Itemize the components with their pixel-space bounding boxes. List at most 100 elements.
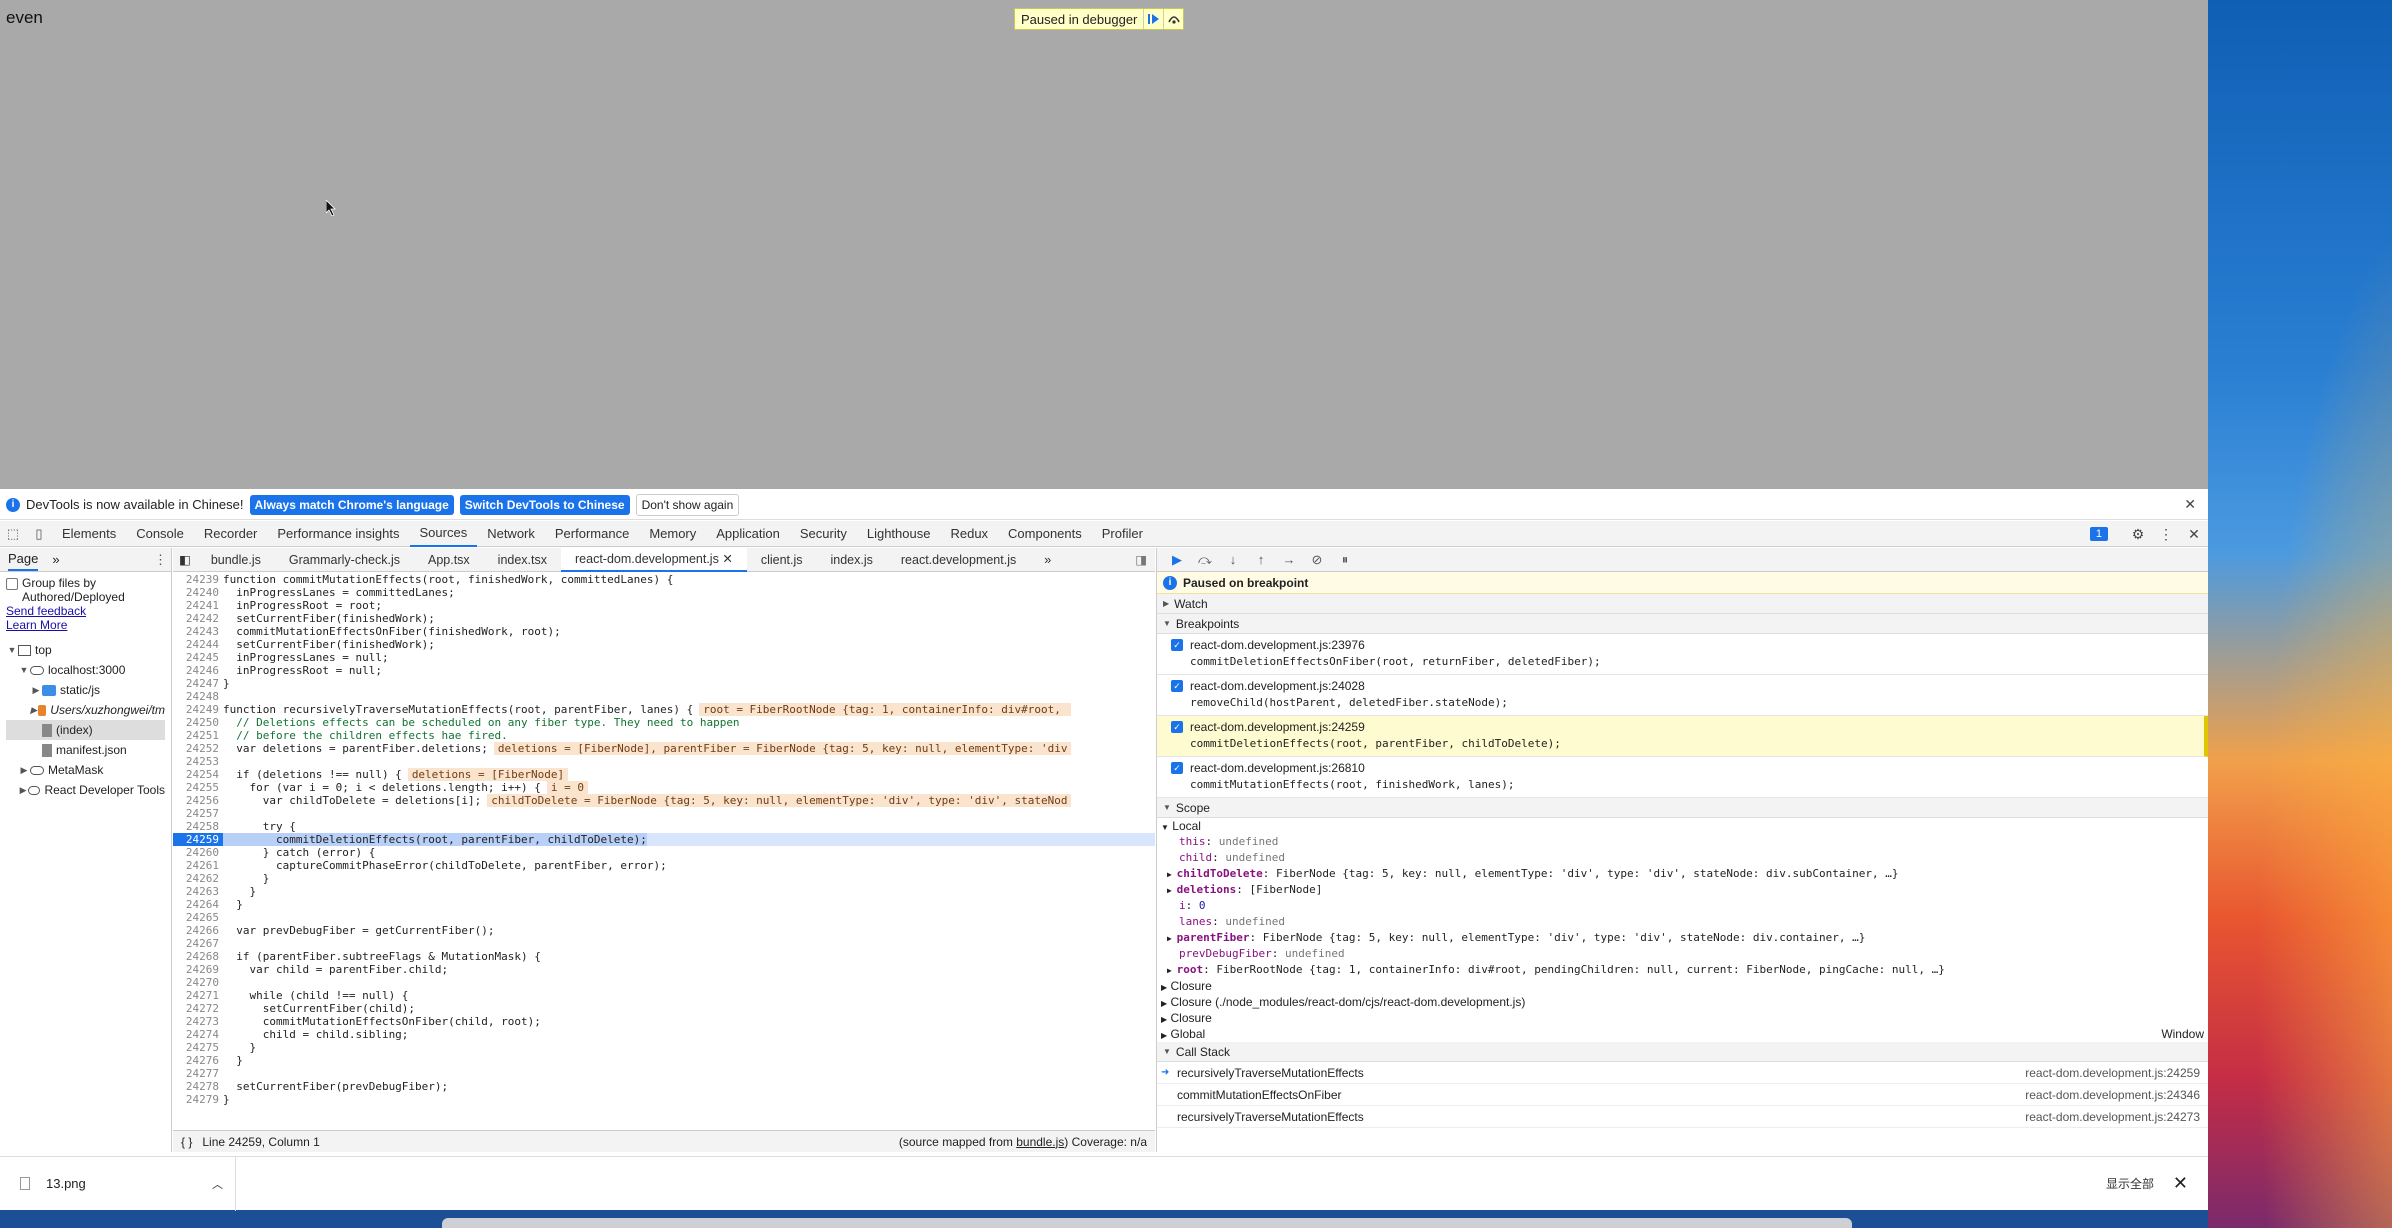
line-number[interactable]: 24246 — [173, 664, 223, 677]
file-tab[interactable]: bundle.js — [197, 549, 275, 571]
line-number[interactable]: 24247 — [173, 677, 223, 690]
gear-icon[interactable]: ⚙ — [2124, 526, 2152, 543]
file-tab[interactable]: Grammarly-check.js — [275, 549, 414, 571]
more-tabs-icon[interactable]: » — [52, 552, 59, 567]
tree-item-localhost[interactable]: ▼ localhost:3000 — [6, 660, 165, 680]
line-number[interactable]: 24273 — [173, 1015, 223, 1028]
code-line[interactable]: 24274 child = child.sibling; — [173, 1028, 1155, 1041]
scope-local-header[interactable]: ▼ Local — [1157, 818, 2208, 834]
close-devtools-icon[interactable]: ✕ — [2180, 526, 2208, 543]
expand-icon[interactable]: ▶ — [1167, 966, 1177, 975]
line-number[interactable]: 24259 — [173, 833, 223, 846]
line-number[interactable]: 24260 — [173, 846, 223, 859]
line-number[interactable]: 24256 — [173, 794, 223, 807]
line-number[interactable]: 24278 — [173, 1080, 223, 1093]
step-icon[interactable]: → — [1275, 552, 1303, 567]
tree-item-index[interactable]: (index) — [6, 720, 165, 740]
tab-elements[interactable]: Elements — [52, 526, 126, 541]
code-line[interactable]: 24265 — [173, 911, 1155, 924]
tab-performance[interactable]: Performance — [545, 526, 639, 541]
line-number[interactable]: 24270 — [173, 976, 223, 989]
code-line[interactable]: 24262 } — [173, 872, 1155, 885]
always-match-language-button[interactable]: Always match Chrome's language — [249, 494, 454, 515]
code-line[interactable]: 24239 function commitMutationEffects(root… — [173, 573, 1155, 586]
scope-section-header[interactable]: ▼ Scope — [1157, 798, 2208, 818]
step-over-icon[interactable]: ⤼ — [1191, 552, 1219, 568]
code-line[interactable]: 24250 // Deletions effects can be schedu… — [173, 716, 1155, 729]
line-number[interactable]: 24276 — [173, 1054, 223, 1067]
chevron-up-icon[interactable]: ︿ — [212, 1176, 223, 1192]
breakpoint-checkbox[interactable]: ✓ — [1171, 680, 1183, 692]
code-line[interactable]: 24279} — [173, 1093, 1155, 1106]
line-number[interactable]: 24274 — [173, 1028, 223, 1041]
toggle-debugger-icon[interactable]: ◨ — [1135, 552, 1147, 567]
breakpoint-checkbox[interactable]: ✓ — [1171, 639, 1183, 651]
scope-variable[interactable]: i: 0 — [1157, 898, 2208, 914]
inspect-element-icon[interactable]: ⬚ — [0, 526, 26, 542]
line-number[interactable]: 24248 — [173, 690, 223, 703]
line-number[interactable]: 24266 — [173, 924, 223, 937]
expand-icon[interactable]: ▶ — [1167, 886, 1177, 895]
code-lines[interactable]: 24239 function commitMutationEffects(root… — [173, 573, 1155, 1128]
scope-variable[interactable]: ▶ parentFiber: FiberNode {tag: 5, key: n… — [1157, 930, 2208, 946]
tab-sources[interactable]: Sources — [409, 521, 478, 547]
line-number[interactable]: 24262 — [173, 872, 223, 885]
breakpoint-item[interactable]: ✓ react-dom.development.js:26810 commitMut… — [1157, 757, 2208, 798]
code-line[interactable]: 24245 inProgressLanes = null; — [173, 651, 1155, 664]
toggle-navigator-icon[interactable]: ◧ — [173, 549, 197, 571]
code-line[interactable]: 24276 } — [173, 1054, 1155, 1067]
code-line[interactable]: 24240 inProgressLanes = committedLanes; — [173, 586, 1155, 599]
line-number[interactable]: 24243 — [173, 625, 223, 638]
scope-variable[interactable]: lanes: undefined — [1157, 914, 2208, 930]
scope-variable[interactable]: prevDebugFiber: undefined — [1157, 946, 2208, 962]
tree-item-users-folder[interactable]: ▶ Users/xuzhongwei/tm — [6, 700, 165, 720]
line-number[interactable]: 24269 — [173, 963, 223, 976]
scope-closure[interactable]: ▶ Closure — [1157, 978, 2208, 994]
tree-item-react-devtools[interactable]: ▶ React Developer Tools — [6, 780, 165, 800]
line-number[interactable]: 24261 — [173, 859, 223, 872]
expand-icon[interactable]: ▶ — [1167, 934, 1177, 943]
code-line[interactable]: 24261 captureCommitPhaseError(childToDel… — [173, 859, 1155, 872]
line-number[interactable]: 24250 — [173, 716, 223, 729]
breakpoint-checkbox[interactable]: ✓ — [1171, 721, 1183, 733]
line-number[interactable]: 24258 — [173, 820, 223, 833]
close-tab-icon[interactable]: ✕ — [722, 552, 732, 566]
breakpoint-item[interactable]: ✓ react-dom.development.js:23976 commitDel… — [1157, 634, 2208, 675]
line-number[interactable]: 24279 — [173, 1093, 223, 1106]
line-number[interactable]: 24257 — [173, 807, 223, 820]
more-tabs-icon[interactable]: » — [1030, 549, 1065, 571]
tab-recorder[interactable]: Recorder — [194, 526, 267, 541]
callstack-section-header[interactable]: ▼ Call Stack — [1157, 1042, 2208, 1062]
code-line[interactable]: 24244 setCurrentFiber(finishedWork); — [173, 638, 1155, 651]
breakpoint-checkbox[interactable]: ✓ — [1171, 762, 1183, 774]
line-number[interactable]: 24265 — [173, 911, 223, 924]
scope-variable[interactable]: this: undefined — [1157, 834, 2208, 850]
resume-icon[interactable] — [1143, 9, 1163, 29]
line-number[interactable]: 24253 — [173, 755, 223, 768]
file-tab[interactable]: App.tsx — [414, 549, 484, 571]
line-number[interactable]: 24277 — [173, 1067, 223, 1080]
callstack-frame[interactable]: ➜ recursivelyTraverseMutationEffects react… — [1157, 1062, 2208, 1084]
page-viewport[interactable]: even Paused in debugger — [0, 0, 2208, 489]
download-item[interactable]: 13.png ︿ — [0, 1156, 236, 1211]
resume-icon[interactable]: ▶︎ — [1163, 552, 1191, 568]
line-number[interactable]: 24242 — [173, 612, 223, 625]
line-number[interactable]: 24252 — [173, 742, 223, 755]
code-line[interactable]: 24251 // before the children effects hae… — [173, 729, 1155, 742]
code-line[interactable]: 24257 — [173, 807, 1155, 820]
callstack-frame[interactable]: recursivelyTraverseMutationEffects react-… — [1157, 1106, 2208, 1128]
code-line[interactable]: 24275 } — [173, 1041, 1155, 1054]
breakpoint-item[interactable]: ✓ react-dom.development.js:24028 removeChi… — [1157, 675, 2208, 716]
learn-more-link[interactable]: Learn More — [6, 618, 165, 632]
code-line[interactable]: 24246 inProgressRoot = null; — [173, 664, 1155, 677]
step-out-icon[interactable]: ↑ — [1247, 552, 1275, 567]
tree-item-manifest[interactable]: manifest.json — [6, 740, 165, 760]
line-number[interactable]: 24264 — [173, 898, 223, 911]
scope-variable[interactable]: ▶ root: FiberRootNode {tag: 1, container… — [1157, 962, 2208, 978]
show-all-button[interactable]: 显示全部 — [2106, 1175, 2154, 1192]
code-line[interactable]: 24258 try { — [173, 820, 1155, 833]
navigator-more-icon[interactable]: ⋮ — [154, 552, 167, 568]
step-over-icon[interactable] — [1163, 9, 1183, 29]
scope-variable[interactable]: child: undefined — [1157, 850, 2208, 866]
code-line[interactable]: 24256 var childToDelete = deletions[i]; c… — [173, 794, 1155, 807]
